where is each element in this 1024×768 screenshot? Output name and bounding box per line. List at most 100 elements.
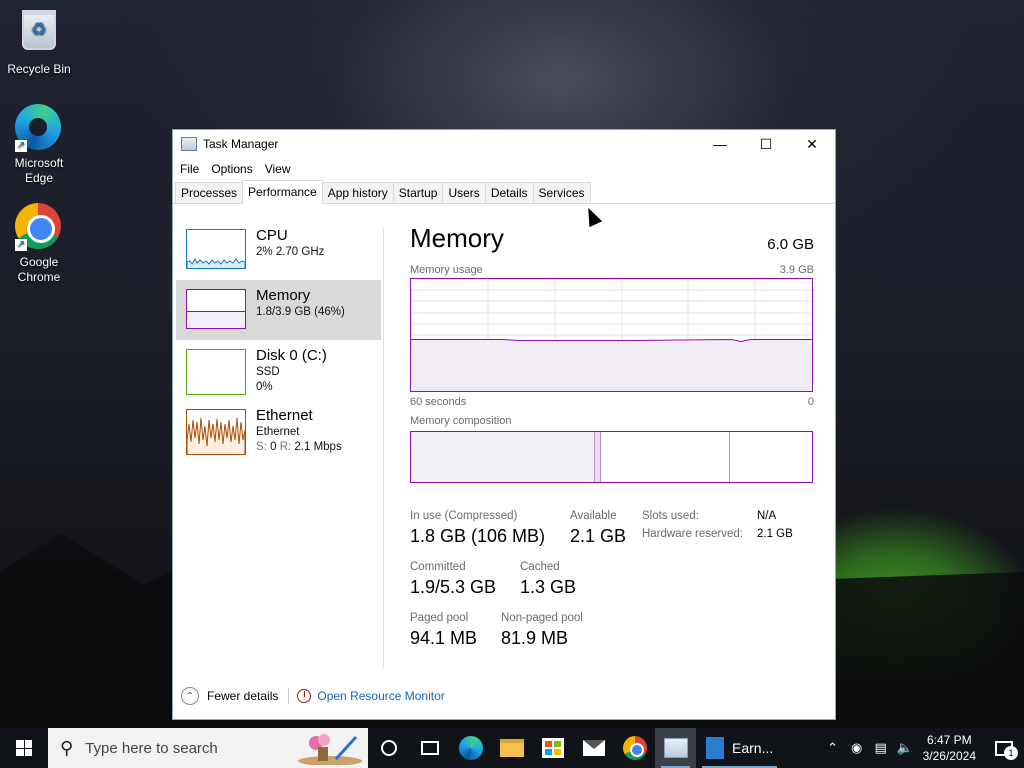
tab-services[interactable]: Services <box>532 182 591 203</box>
chevron-up-icon[interactable]: ⌃ <box>181 687 199 705</box>
memory-thumbnail-graph <box>186 289 246 329</box>
task-manager-icon <box>663 738 688 758</box>
desktop-icon-edge[interactable]: ↗ Microsoft Edge <box>4 104 74 186</box>
stat-value: 2.1 GB <box>570 526 627 546</box>
recycle-bin-icon <box>15 10 63 58</box>
sidebar-item-detail: SSD <box>256 366 280 378</box>
menu-view[interactable]: View <box>261 162 295 176</box>
send-prefix: S: <box>256 441 267 453</box>
menu-options[interactable]: Options <box>207 162 256 176</box>
stat-value: 1.3 GB <box>520 577 577 597</box>
sidebar-item-memory[interactable]: Memory 1.8/3.9 GB (46%) <box>176 280 381 340</box>
clock-time: 6:47 PM <box>926 733 972 747</box>
taskbar-document-app[interactable]: Earn... <box>696 728 783 768</box>
stat-paged-pool: Paged pool 94.1 MB <box>410 611 477 651</box>
cortana-button[interactable] <box>368 728 409 768</box>
sidebar-item-ethernet[interactable]: Ethernet Ethernet S: 0 R: 2.1 Mbps <box>176 400 381 460</box>
mail-icon <box>582 740 605 756</box>
edge-icon <box>458 736 483 760</box>
memory-usage-graph <box>410 278 813 392</box>
store-icon <box>541 738 564 758</box>
search-icon: ⚲ <box>60 737 74 758</box>
stat-label: Committed <box>410 561 466 573</box>
close-button[interactable]: ✕ <box>789 130 835 158</box>
taskbar-edge[interactable] <box>450 728 491 768</box>
network-icon[interactable]: ▤ <box>869 740 893 756</box>
sidebar-item-detail: 1.8/3.9 GB (46%) <box>256 306 345 318</box>
document-icon <box>706 737 724 759</box>
taskbar-store[interactable] <box>532 728 573 768</box>
clock[interactable]: 6:47 PM 3/26/2024 <box>923 732 976 764</box>
disk-thumbnail-graph <box>186 349 246 395</box>
send-rate: 0 <box>270 441 277 453</box>
footer-separator <box>288 688 290 704</box>
window-title: Task Manager <box>203 137 279 151</box>
taskbar-file-explorer[interactable] <box>491 728 532 768</box>
stat-label: Non-paged pool <box>501 612 583 624</box>
maximize-button[interactable]: ☐ <box>743 130 789 158</box>
tab-startup[interactable]: Startup <box>392 182 444 203</box>
system-tray: ⌃ ◉ ▤ 🔈 6:47 PM 3/26/2024 1 <box>821 728 1024 768</box>
memory-usage-area <box>411 339 812 391</box>
sidebar-item-label: Disk 0 (C:) <box>256 347 327 364</box>
open-resource-monitor-link[interactable]: Open Resource Monitor <box>317 689 444 703</box>
edge-icon: ↗ <box>15 104 63 152</box>
menu-file[interactable]: File <box>176 162 203 176</box>
sidebar-item-label: Memory <box>256 287 311 304</box>
graph-time-end: 0 <box>807 396 814 408</box>
tab-app-history[interactable]: App history <box>321 182 394 203</box>
taskbar: ⚲ Type here to search Earn... ⌃ ◉ ▤ 🔈 6:… <box>0 728 1024 768</box>
sidebar-item-detail: 2% 2.70 GHz <box>256 246 325 258</box>
start-button[interactable] <box>0 728 48 768</box>
receive-prefix: R: <box>279 441 292 453</box>
stat-value: N/A <box>757 510 777 522</box>
search-box[interactable]: ⚲ Type here to search <box>48 728 368 768</box>
task-manager-icon <box>181 137 197 151</box>
stat-value: 1.8 GB (106 MB) <box>410 526 546 546</box>
desktop-icon-label: Recycle Bin <box>7 62 71 76</box>
stat-available: Available 2.1 GB <box>570 509 626 549</box>
taskbar-task-manager[interactable] <box>655 728 696 768</box>
search-highlight-icon <box>298 734 362 765</box>
tab-performance[interactable]: Performance <box>242 180 323 204</box>
task-manager-window: Task Manager — ☐ ✕ File Options View Pro… <box>172 129 836 720</box>
minimize-button[interactable]: — <box>697 130 743 158</box>
sidebar-item-label: Ethernet <box>256 407 313 424</box>
meet-now-icon[interactable]: ◉ <box>845 740 869 756</box>
composition-in-use <box>411 432 596 482</box>
chevron-up-icon[interactable]: ⌃ <box>821 740 845 756</box>
sidebar-item-disk[interactable]: Disk 0 (C:) SSD 0% <box>176 340 381 400</box>
taskbar-chrome[interactable] <box>614 728 655 768</box>
desktop-icon-label: Google Chrome <box>17 255 61 284</box>
stat-label: Hardware reserved: <box>642 528 743 540</box>
taskbar-mail[interactable] <box>573 728 614 768</box>
receive-rate: 2.1 Mbps <box>294 441 342 453</box>
tab-details[interactable]: Details <box>484 182 534 203</box>
sidebar-item-cpu[interactable]: CPU 2% 2.70 GHz <box>176 220 381 280</box>
search-placeholder: Type here to search <box>85 739 218 757</box>
fewer-details-button[interactable]: Fewer details <box>207 689 278 703</box>
notification-center-button[interactable]: 1 <box>984 728 1024 768</box>
folder-icon <box>499 739 524 757</box>
composition-standby <box>601 432 730 482</box>
tab-processes[interactable]: Processes <box>175 182 244 203</box>
desktop-icon-chrome[interactable]: ↗ Google Chrome <box>4 203 74 285</box>
resource-list: CPU 2% 2.70 GHz Memory 1.8/3.9 GB (46%) … <box>176 220 381 460</box>
graph-time-label: 60 seconds <box>410 396 467 408</box>
page-title: Memory <box>410 223 504 253</box>
desktop-icon-recycle-bin[interactable]: Recycle Bin <box>4 6 74 77</box>
ethernet-thumbnail-graph <box>186 409 246 455</box>
memory-composition-label: Memory composition <box>410 415 512 427</box>
stat-hardware-reserved: Hardware reserved: 2.1 GB <box>642 525 793 543</box>
tab-users[interactable]: Users <box>442 182 486 203</box>
stat-label: In use (Compressed) <box>410 510 518 522</box>
task-view-icon <box>420 741 439 755</box>
volume-muted-icon[interactable]: 🔈 <box>893 740 917 756</box>
stat-label: Slots used: <box>642 510 699 522</box>
stat-committed: Committed 1.9/5.3 GB <box>410 560 496 600</box>
stat-non-paged-pool: Non-paged pool 81.9 MB <box>501 611 583 651</box>
title-bar[interactable]: Task Manager — ☐ ✕ <box>173 130 835 158</box>
task-view-button[interactable] <box>409 728 450 768</box>
menu-bar: File Options View <box>173 158 835 180</box>
chrome-icon <box>622 736 647 760</box>
